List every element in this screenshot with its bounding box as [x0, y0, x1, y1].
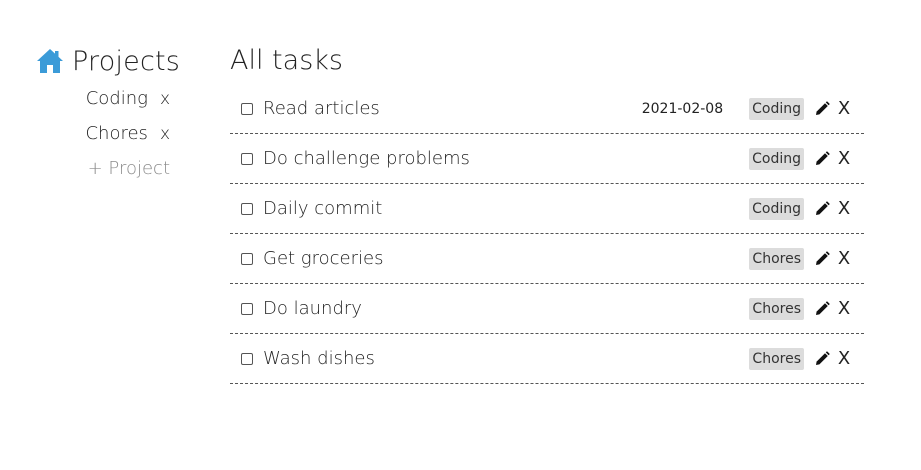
add-project-button[interactable]: + Project [36, 154, 170, 184]
task-name: Read articles [263, 98, 380, 119]
task-list: Read articles 2021-02-08 Coding X Do cha… [230, 84, 864, 384]
project-name[interactable]: Coding [86, 88, 148, 109]
project-list: Coding x Chores x + Project [36, 84, 176, 184]
task-checkbox[interactable] [241, 352, 253, 365]
project-name[interactable]: Chores [85, 123, 147, 144]
task-checkbox[interactable] [241, 152, 253, 165]
task-project-tag: Coding [749, 97, 804, 120]
pencil-icon[interactable] [814, 150, 830, 167]
project-item[interactable]: Chores x [36, 119, 170, 154]
delete-task-button[interactable]: X [837, 98, 851, 119]
task-name: Daily commit [263, 198, 383, 219]
sidebar: Projects Coding x Chores x + Project [36, 42, 180, 184]
sidebar-header: Projects [36, 42, 180, 80]
main-panel: All tasks Read articles 2021-02-08 Codin… [230, 42, 864, 384]
remove-project-button[interactable]: x [160, 89, 170, 109]
task-name: Get groceries [263, 248, 384, 269]
sidebar-title: Projects [72, 45, 181, 77]
task-name: Do laundry [263, 298, 362, 319]
project-item[interactable]: Coding x [36, 84, 170, 119]
task-row: Do challenge problems Coding X [230, 134, 864, 184]
delete-task-button[interactable]: X [837, 148, 851, 169]
delete-task-button[interactable]: X [837, 298, 851, 319]
task-project-tag: Chores [749, 297, 804, 320]
task-due-date: 2021-02-08 [641, 100, 724, 117]
delete-task-button[interactable]: X [837, 348, 851, 369]
task-row: Wash dishes Chores X [230, 334, 864, 384]
page-title: All tasks [230, 45, 343, 76]
pencil-icon[interactable] [814, 100, 830, 117]
remove-project-button[interactable]: x [160, 124, 170, 144]
task-row: Do laundry Chores X [230, 284, 864, 334]
task-project-tag: Coding [749, 147, 804, 170]
task-project-tag: Chores [749, 247, 804, 270]
delete-task-button[interactable]: X [837, 198, 851, 219]
task-name: Wash dishes [263, 348, 375, 369]
task-row: Get groceries Chores X [230, 234, 864, 284]
delete-task-button[interactable]: X [837, 248, 851, 269]
task-row: Daily commit Coding X [230, 184, 864, 234]
home-icon[interactable] [36, 47, 64, 75]
task-checkbox[interactable] [241, 302, 253, 315]
todo-app: Projects Coding x Chores x + Project All t… [0, 0, 921, 470]
pencil-icon[interactable] [814, 300, 830, 317]
pencil-icon[interactable] [814, 350, 830, 367]
pencil-icon[interactable] [814, 200, 830, 217]
task-project-tag: Coding [749, 197, 804, 220]
task-row: Read articles 2021-02-08 Coding X [230, 84, 864, 134]
task-name: Do challenge problems [263, 148, 470, 169]
pencil-icon[interactable] [814, 250, 830, 267]
task-checkbox[interactable] [241, 102, 253, 115]
task-checkbox[interactable] [241, 202, 253, 215]
task-project-tag: Chores [749, 347, 804, 370]
task-checkbox[interactable] [241, 252, 253, 265]
